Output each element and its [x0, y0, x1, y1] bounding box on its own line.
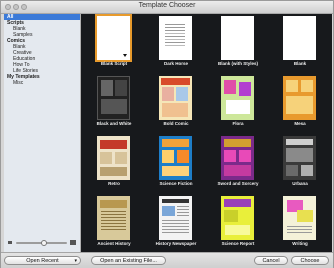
thumbnail-flora[interactable]: [221, 76, 254, 120]
slider-knob[interactable]: [41, 240, 48, 246]
open-recent-popup-button[interactable]: Open Recent ▾: [4, 256, 81, 265]
template-science-fiction[interactable]: Science Fiction: [145, 134, 207, 194]
template-label: History Newspaper: [155, 241, 197, 246]
template-mesa[interactable]: Mesa: [269, 74, 331, 134]
template-label: Blank: [293, 61, 307, 66]
template-label: Blank Script: [100, 61, 128, 66]
thumbnail-science-fiction[interactable]: [159, 136, 192, 180]
template-label: Bold Comic: [163, 121, 189, 126]
sidebar-item-misc[interactable]: Misc: [4, 80, 80, 86]
window-title: Template Chooser: [138, 2, 196, 9]
template-label: Retro: [108, 181, 120, 186]
template-science-report[interactable]: Science Report: [207, 194, 269, 254]
template-ancient-history[interactable]: Ancient History: [83, 194, 145, 254]
template-gallery: Blank Script Dark Horse Blank (with Styl…: [81, 14, 332, 252]
template-retro[interactable]: Retro: [83, 134, 145, 194]
thumbnail-sword-and-sorcery[interactable]: [221, 136, 254, 180]
template-urbana[interactable]: Urbana: [269, 134, 331, 194]
thumbnail-dark-horse[interactable]: [159, 16, 192, 60]
template-chooser-window: Template Chooser All Scripts Blank Sampl…: [0, 0, 334, 268]
template-category-sidebar: All Scripts Blank Samples Comics Blank C…: [4, 14, 81, 252]
template-dark-horse[interactable]: Dark Horse: [145, 14, 207, 74]
large-thumbnails-icon: [70, 240, 76, 245]
thumbnail-history-newspaper[interactable]: [159, 196, 192, 240]
slider-track[interactable]: [16, 240, 67, 246]
thumbnail-ancient-history[interactable]: [97, 196, 130, 240]
title-bar[interactable]: Template Chooser: [1, 1, 333, 14]
thumbnail-blank-with-styles[interactable]: [221, 16, 254, 60]
template-black-and-white[interactable]: Black and White: [83, 74, 145, 134]
template-blank[interactable]: Blank: [269, 14, 331, 74]
small-thumbnails-icon: [8, 241, 12, 244]
template-flora[interactable]: Flora: [207, 74, 269, 134]
template-label: Ancient History: [97, 241, 131, 246]
open-existing-file-button[interactable]: Open an Existing File...: [91, 256, 166, 265]
thumbnail-bold-comic[interactable]: [159, 76, 192, 120]
thumbnail-blank[interactable]: [283, 16, 316, 60]
template-blank-with-styles[interactable]: Blank (with Styles): [207, 14, 269, 74]
template-label: Sword and Sorcery: [217, 181, 259, 186]
template-label: Writing: [292, 241, 308, 246]
thumbnail-blank-script[interactable]: [95, 14, 132, 62]
template-label: Blank (with Styles): [217, 61, 258, 66]
template-blank-script[interactable]: Blank Script: [83, 14, 145, 74]
template-bold-comic[interactable]: Bold Comic: [145, 74, 207, 134]
chevron-down-icon: ▾: [74, 258, 77, 264]
template-writing[interactable]: Writing: [269, 194, 331, 254]
template-label: Urbana: [292, 181, 308, 186]
thumbnail-size-slider[interactable]: [8, 240, 76, 246]
cancel-button[interactable]: Cancel: [254, 256, 288, 265]
thumbnail-mesa[interactable]: [283, 76, 316, 120]
thumbnail-retro[interactable]: [97, 136, 130, 180]
thumbnail-urbana[interactable]: [283, 136, 316, 180]
bottom-toolbar: Open Recent ▾ Open an Existing File... C…: [1, 252, 333, 268]
template-label: Science Report: [221, 241, 255, 246]
template-label: Mesa: [294, 121, 306, 126]
thumbnail-black-and-white[interactable]: [97, 76, 130, 120]
open-recent-label: Open Recent: [26, 258, 59, 264]
template-label: Dark Horse: [163, 61, 188, 66]
template-label: Flora: [232, 121, 244, 126]
template-label: Science Fiction: [159, 181, 193, 186]
template-sword-and-sorcery[interactable]: Sword and Sorcery: [207, 134, 269, 194]
thumbnail-writing[interactable]: [283, 196, 316, 240]
template-history-newspaper[interactable]: History Newspaper: [145, 194, 207, 254]
thumbnail-science-report[interactable]: [221, 196, 254, 240]
template-label: Black and White: [96, 121, 132, 126]
choose-button[interactable]: Choose: [291, 256, 329, 265]
